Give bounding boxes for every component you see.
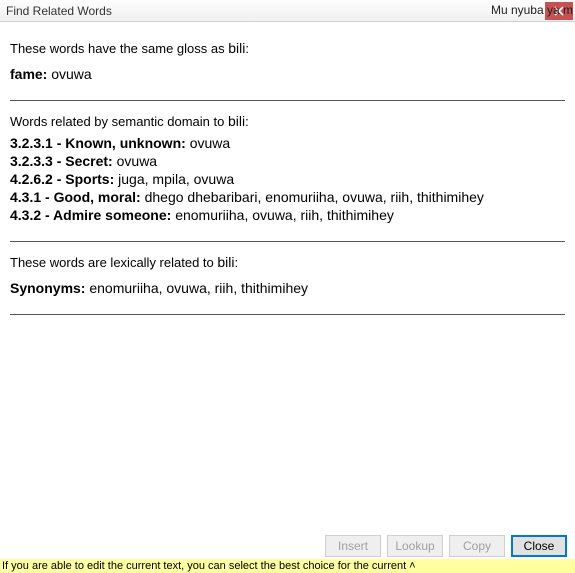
window-title: Find Related Words	[6, 4, 112, 18]
entry-label: 4.3.1 - Good, moral:	[10, 189, 145, 205]
divider	[10, 241, 565, 242]
entry-label: 4.3.2 - Admire someone:	[10, 207, 175, 223]
titlebar: Find Related Words	[0, 0, 575, 22]
entry-line: 3.2.3.3 - Secret: ovuwa	[10, 153, 565, 169]
close-icon[interactable]	[545, 2, 573, 20]
semantic-domain-intro: Words related by semantic domain to bili…	[10, 113, 565, 129]
semantic-domain-entries: 3.2.3.1 - Known, unknown: ovuwa3.2.3.3 -…	[10, 135, 565, 223]
lookup-button: Lookup	[387, 535, 443, 557]
lexical-intro: These words are lexically related to bil…	[10, 254, 565, 270]
divider	[10, 100, 565, 101]
divider	[10, 314, 565, 315]
entry-label: Synonyms:	[10, 280, 89, 296]
entry-line: 4.2.6.2 - Sports: juga, mpila, ovuwa	[10, 171, 565, 187]
entry-line: 3.2.3.1 - Known, unknown: ovuwa	[10, 135, 565, 151]
entry-words[interactable]: ovuwa	[117, 153, 157, 169]
entry-line: 4.3.1 - Good, moral: dhego dhebaribari, …	[10, 189, 565, 205]
entry-words[interactable]: dhego dhebaribari, enomuriiha, ovuwa, ri…	[145, 189, 484, 205]
entry-line: 4.3.2 - Admire someone: enomuriiha, ovuw…	[10, 207, 565, 223]
lexical-entries: Synonyms: enomuriiha, ovuwa, riih, thith…	[10, 280, 565, 296]
status-bar: If you are able to edit the current text…	[0, 559, 575, 573]
chevron-up-icon[interactable]: ˄	[409, 560, 415, 572]
dialog-content: These words have the same gloss as bili:…	[0, 22, 575, 333]
entry-label: 4.2.6.2 - Sports:	[10, 171, 118, 187]
close-button[interactable]: Close	[511, 535, 567, 557]
entry-words[interactable]: juga, mpila, ovuwa	[118, 171, 234, 187]
copy-button: Copy	[449, 535, 505, 557]
entry-words[interactable]: enomuriiha, ovuwa, riih, thithimihey	[89, 280, 308, 296]
entry-line: Synonyms: enomuriiha, ovuwa, riih, thith…	[10, 280, 565, 296]
entry-words[interactable]: ovuwa	[190, 135, 230, 151]
entry-label: 3.2.3.3 - Secret:	[10, 153, 117, 169]
button-row: Insert Lookup Copy Close	[325, 535, 567, 557]
entry-label: fame:	[10, 66, 51, 82]
insert-button: Insert	[325, 535, 381, 557]
entry-words[interactable]: enomuriiha, ovuwa, riih, thithimihey	[175, 207, 394, 223]
same-gloss-intro: These words have the same gloss as bili:	[10, 40, 565, 56]
entry-line: fame: ovuwa	[10, 66, 565, 82]
same-gloss-entries: fame: ovuwa	[10, 66, 565, 82]
lexical-section: These words are lexically related to bil…	[10, 254, 565, 315]
same-gloss-section: These words have the same gloss as bili:…	[10, 40, 565, 101]
entry-words[interactable]: ovuwa	[51, 66, 91, 82]
semantic-domain-section: Words related by semantic domain to bili…	[10, 113, 565, 242]
entry-label: 3.2.3.1 - Known, unknown:	[10, 135, 190, 151]
